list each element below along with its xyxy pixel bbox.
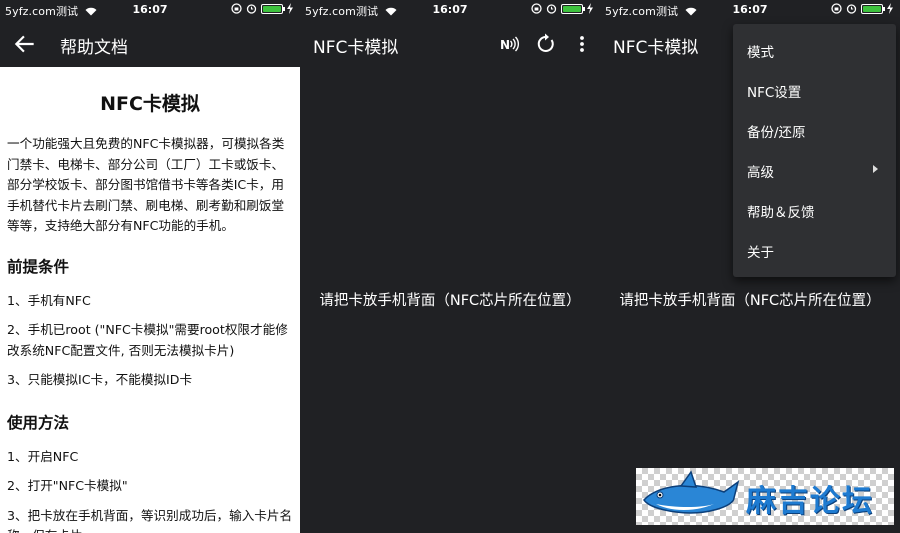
status-bar: 5yfz.com测试 16:07 — [300, 0, 600, 20]
overflow-menu: 模式 NFC设置 备份/还原 高级 帮助＆反馈 关于 — [733, 24, 896, 277]
charging-icon — [587, 3, 593, 14]
menu-item-label: 关于 — [747, 245, 774, 261]
help-document[interactable]: NFC卡模拟 一个功能强大且免费的NFC卡模拟器，可模拟各类门禁卡、电梯卡、部分… — [0, 67, 300, 533]
doc-title: NFC卡模拟 — [100, 93, 200, 115]
help-toolbar: 帮助文档 — [0, 20, 300, 67]
rotation-lock-icon — [831, 3, 842, 14]
main-toolbar: NFC卡模拟 N — [300, 20, 600, 67]
page-title: 帮助文档 — [60, 38, 128, 58]
list-item: 2、手机已root ("NFC卡模拟"需要root权限才能修改系统NFC配置文件… — [7, 322, 288, 358]
main-screen: 5yfz.com测试 16:07 NFC卡模拟 N 请把卡放手机背面（NFC芯片… — [300, 0, 600, 533]
rotation-lock-icon — [231, 3, 242, 14]
list-item: 3、把卡放在手机背面，等识别成功后，输入卡片名称，保存卡片 — [7, 507, 293, 533]
nfc-icon[interactable]: N — [497, 32, 521, 56]
status-icons — [531, 3, 593, 14]
battery-icon — [561, 3, 585, 14]
watermark-text: 麻吉论坛 — [746, 484, 874, 519]
menu-item-label: NFC设置 — [747, 85, 802, 101]
more-vert-icon[interactable] — [570, 32, 594, 56]
app-title: NFC卡模拟 — [313, 38, 399, 58]
battery-icon — [261, 3, 285, 14]
forum-watermark: 麻吉论坛 — [636, 468, 894, 525]
shark-mascot-icon — [643, 470, 740, 514]
rotation-lock-icon — [531, 3, 542, 14]
menu-item-mode[interactable]: 模式 — [733, 30, 896, 70]
alarm-icon — [546, 4, 557, 14]
scan-hint: 请把卡放手机背面（NFC芯片所在位置） — [319, 293, 581, 309]
section-prerequisites-title: 前提条件 — [7, 257, 70, 276]
menu-item-about[interactable]: 关于 — [733, 230, 896, 270]
help-screen: 5yfz.com测试 16:07 帮助文档 NFC卡模拟 一个功能强大且免费的N… — [0, 0, 300, 533]
scan-hint: 请把卡放手机背面（NFC芯片所在位置） — [619, 293, 881, 309]
list-item: 1、开启NFC — [7, 448, 79, 464]
app-title: NFC卡模拟 — [613, 38, 699, 58]
status-bar: 5yfz.com测试 16:07 — [600, 0, 900, 20]
svg-text:N: N — [500, 38, 510, 52]
menu-item-label: 帮助＆反馈 — [747, 205, 815, 221]
status-bar: 5yfz.com测试 16:07 — [0, 0, 300, 20]
charging-icon — [287, 3, 293, 14]
menu-item-label: 模式 — [747, 45, 774, 61]
alarm-icon — [846, 4, 857, 14]
list-item: 3、只能模拟IC卡，不能模拟ID卡 — [7, 372, 193, 387]
charging-icon — [887, 3, 893, 14]
menu-item-label: 备份/还原 — [747, 125, 806, 141]
menu-item-backup-restore[interactable]: 备份/还原 — [733, 110, 896, 150]
battery-icon — [861, 3, 885, 14]
section-usage-title: 使用方法 — [7, 413, 70, 432]
menu-item-advanced[interactable]: 高级 — [733, 150, 896, 190]
back-arrow-icon[interactable] — [12, 31, 38, 57]
status-icons — [231, 3, 293, 14]
refresh-icon[interactable] — [534, 32, 558, 56]
menu-item-nfc-settings[interactable]: NFC设置 — [733, 70, 896, 110]
menu-item-label: 高级 — [747, 165, 774, 181]
menu-item-help-feedback[interactable]: 帮助＆反馈 — [733, 190, 896, 230]
status-icons — [831, 3, 893, 14]
doc-intro: 一个功能强大且免费的NFC卡模拟器，可模拟各类门禁卡、电梯卡、部分公司（工厂）工… — [7, 136, 285, 233]
submenu-arrow-icon — [873, 165, 878, 173]
list-item: 2、打开"NFC卡模拟" — [7, 478, 128, 493]
alarm-icon — [246, 4, 257, 14]
list-item: 1、手机有NFC — [7, 292, 91, 308]
